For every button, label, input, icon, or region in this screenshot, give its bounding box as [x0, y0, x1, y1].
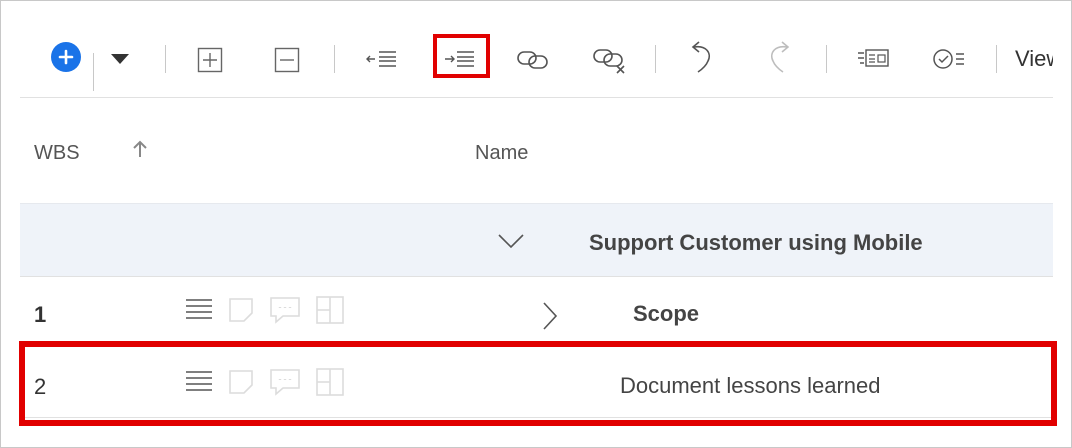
row-wbs: 1	[34, 302, 47, 327]
undo-icon	[691, 41, 710, 73]
expand-all-button[interactable]	[196, 46, 224, 74]
unlink-button[interactable]	[591, 45, 631, 77]
link-button[interactable]	[515, 45, 551, 73]
chevron-down-icon[interactable]	[497, 232, 525, 255]
add-task-button[interactable]	[51, 42, 81, 72]
row-action-icons	[185, 295, 345, 325]
group-title: Support Customer using Mobile	[589, 230, 923, 255]
column-header-wbs[interactable]: WBS	[34, 142, 80, 165]
details-button[interactable]	[855, 46, 891, 70]
redo-icon	[771, 41, 790, 73]
table-row[interactable]	[20, 276, 1053, 347]
note-icon[interactable]	[227, 296, 255, 324]
board-icon[interactable]	[315, 295, 345, 325]
toolbar-separator	[996, 45, 997, 73]
toolbar-separator	[334, 45, 335, 73]
indent-button-highlight	[433, 34, 490, 78]
drag-handle-icon[interactable]	[185, 297, 213, 323]
comment-icon[interactable]	[269, 295, 301, 325]
add-dropdown-button[interactable]	[106, 49, 134, 69]
collapse-all-button[interactable]	[273, 46, 301, 74]
toolbar-separator	[93, 53, 94, 91]
unlink-icon	[593, 49, 625, 74]
toolbar: View	[20, 15, 1053, 98]
redo-button[interactable]	[764, 40, 794, 76]
row-name[interactable]: Scope	[633, 301, 699, 327]
add-icon	[58, 49, 74, 65]
chevron-down-icon	[111, 54, 129, 64]
view-menu-button[interactable]: View	[1015, 46, 1053, 72]
undo-button[interactable]	[687, 40, 717, 76]
expand-all-icon	[197, 47, 223, 73]
checklist-icon	[933, 49, 964, 69]
details-icon	[858, 49, 889, 67]
grid-header	[20, 98, 1053, 202]
outdent-icon	[366, 51, 396, 67]
checklist-button[interactable]	[931, 46, 967, 72]
toolbar-separator	[826, 45, 827, 73]
collapse-all-icon	[274, 47, 300, 73]
outdent-button[interactable]	[364, 47, 400, 71]
row-highlight	[19, 341, 1057, 426]
column-header-name[interactable]: Name	[475, 142, 528, 165]
sort-ascending-icon[interactable]	[130, 139, 150, 164]
chevron-right-icon[interactable]	[541, 301, 559, 336]
link-icon	[517, 51, 548, 69]
toolbar-separator	[165, 45, 166, 73]
toolbar-separator	[655, 45, 656, 73]
